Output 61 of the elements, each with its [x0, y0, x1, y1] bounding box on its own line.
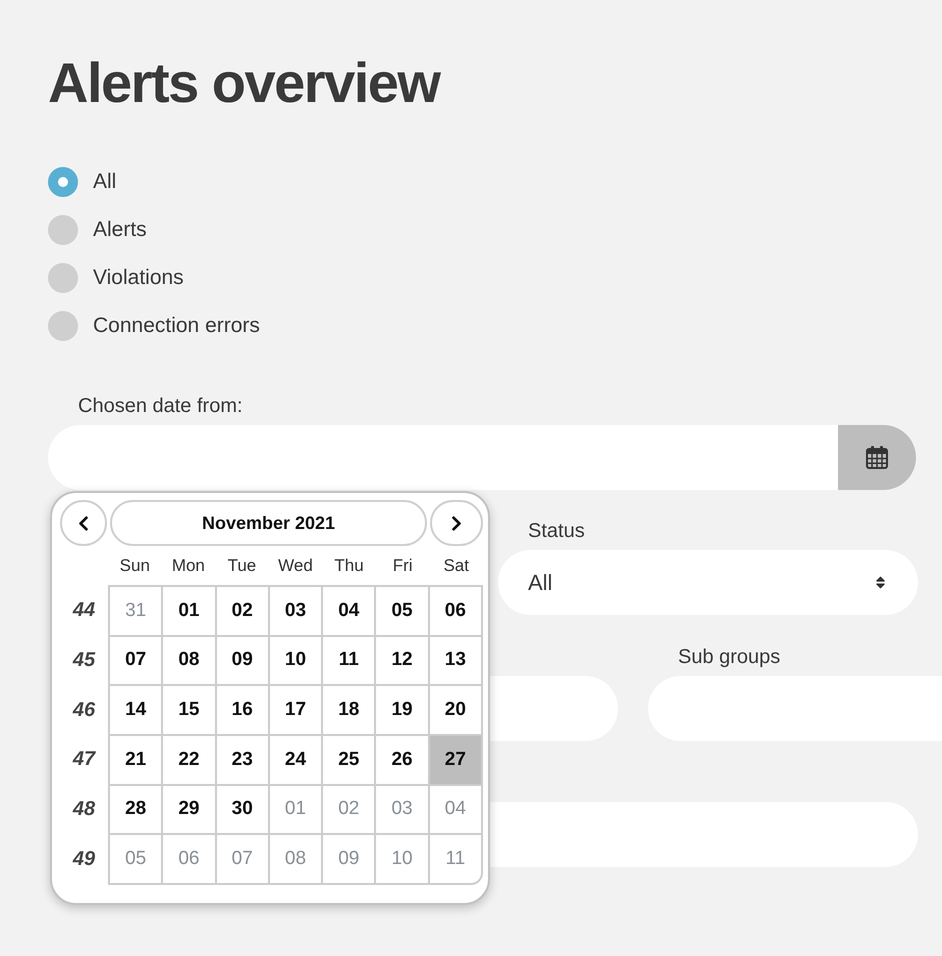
- calendar-day[interactable]: 19: [376, 686, 428, 734]
- calendar-day[interactable]: 06: [430, 587, 481, 635]
- calendar-day[interactable]: 27: [430, 736, 481, 784]
- radio-label[interactable]: All: [93, 169, 116, 195]
- weekday-label: Wed: [278, 556, 313, 576]
- month-title-button[interactable]: November 2021: [110, 500, 427, 546]
- calendar-day[interactable]: 05: [376, 587, 428, 635]
- calendar-day[interactable]: 04: [323, 587, 374, 635]
- calendar-day[interactable]: 16: [216, 686, 268, 734]
- next-month-button[interactable]: [430, 500, 483, 546]
- week-number: 44: [72, 599, 96, 622]
- calendar-day[interactable]: 30: [216, 786, 268, 834]
- calendar-day[interactable]: 29: [163, 786, 215, 834]
- field-label: Chosen date from:: [77, 394, 243, 418]
- calendar-icon: [866, 446, 888, 469]
- calendar-day[interactable]: 23: [216, 736, 268, 784]
- calendar-day[interactable]: 13: [430, 636, 481, 684]
- radio-label[interactable]: Connection errors: [93, 313, 260, 339]
- week-number: 47: [72, 748, 96, 772]
- calendar-day[interactable]: 21: [110, 736, 162, 784]
- calendar-day[interactable]: 01: [163, 587, 215, 635]
- calendar-day[interactable]: 17: [270, 686, 322, 734]
- calendar-day[interactable]: 03: [270, 587, 322, 635]
- calendar-day[interactable]: 22: [163, 736, 215, 784]
- calendar-day[interactable]: 11: [323, 636, 374, 684]
- calendar-day[interactable]: 10: [270, 636, 322, 684]
- radio-label[interactable]: Violations: [93, 265, 184, 291]
- calendar-day[interactable]: 08: [163, 636, 215, 684]
- radio-button[interactable]: [48, 263, 78, 293]
- status-select[interactable]: All: [498, 550, 918, 615]
- weekday-label: Tue: [228, 556, 256, 576]
- calendar-day[interactable]: 15: [163, 686, 215, 734]
- calendar-day[interactable]: 02: [216, 587, 268, 635]
- radio-button[interactable]: [48, 167, 78, 197]
- week-number: 45: [72, 648, 96, 672]
- weekday-label: Fri: [392, 556, 413, 576]
- page-title: Alerts overview: [48, 55, 440, 111]
- calendar-day[interactable]: 09: [216, 636, 268, 684]
- radio-button[interactable]: [48, 215, 78, 245]
- calendar-day[interactable]: 14: [110, 686, 162, 734]
- calendar-day[interactable]: 20: [430, 686, 481, 734]
- week-number: 46: [72, 698, 96, 722]
- calendar-day[interactable]: 24: [270, 736, 322, 784]
- calendar-day[interactable]: 28: [110, 786, 162, 834]
- week-number: 48: [72, 798, 96, 821]
- field-label: Status: [527, 519, 586, 543]
- radio-label[interactable]: Alerts: [93, 217, 147, 243]
- calendar-day[interactable]: 18: [323, 686, 374, 734]
- week-number: 49: [72, 848, 96, 871]
- calendar-day[interactable]: 25: [323, 736, 374, 784]
- weekday-label: Sun: [120, 556, 150, 576]
- field-label: Sub groups: [677, 645, 782, 669]
- weekday-label: Mon: [172, 556, 205, 576]
- calendar-day[interactable]: 07: [110, 636, 162, 684]
- calendar-day[interactable]: 26: [376, 736, 428, 784]
- calendar-button[interactable]: [838, 425, 916, 490]
- weekday-label: Thu: [334, 556, 364, 576]
- calendar-day[interactable]: 12: [376, 636, 428, 684]
- weekday-label: Sat: [443, 556, 469, 576]
- previous-month-button[interactable]: [60, 500, 107, 546]
- radio-button[interactable]: [48, 311, 78, 341]
